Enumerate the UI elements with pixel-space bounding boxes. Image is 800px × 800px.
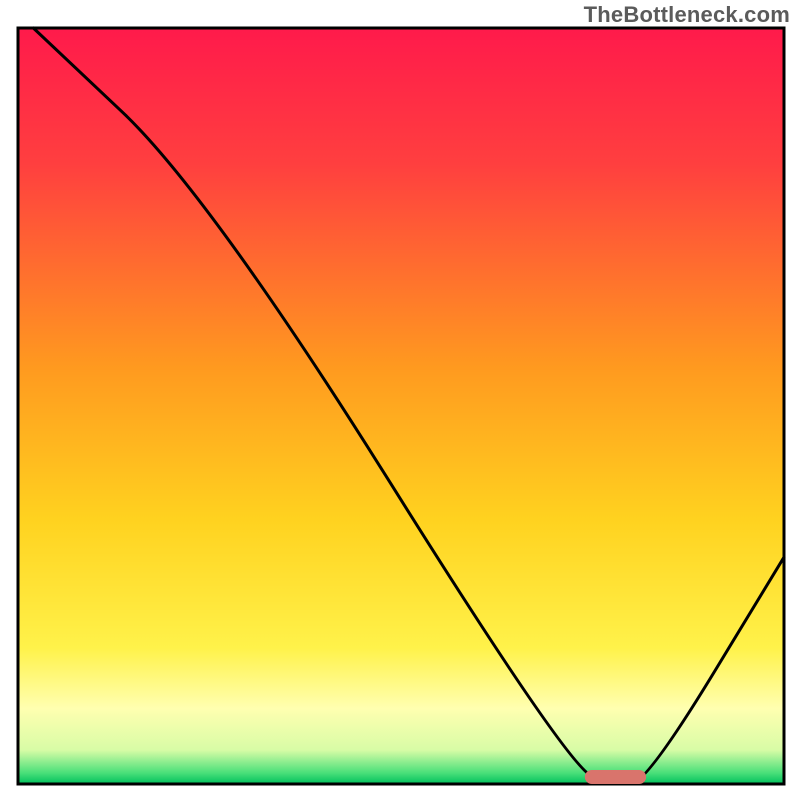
plot-background bbox=[18, 28, 784, 784]
optimal-range-marker bbox=[585, 770, 646, 784]
attribution-label: TheBottleneck.com bbox=[584, 2, 790, 28]
bottleneck-chart bbox=[0, 0, 800, 800]
chart-frame: TheBottleneck.com bbox=[0, 0, 800, 800]
